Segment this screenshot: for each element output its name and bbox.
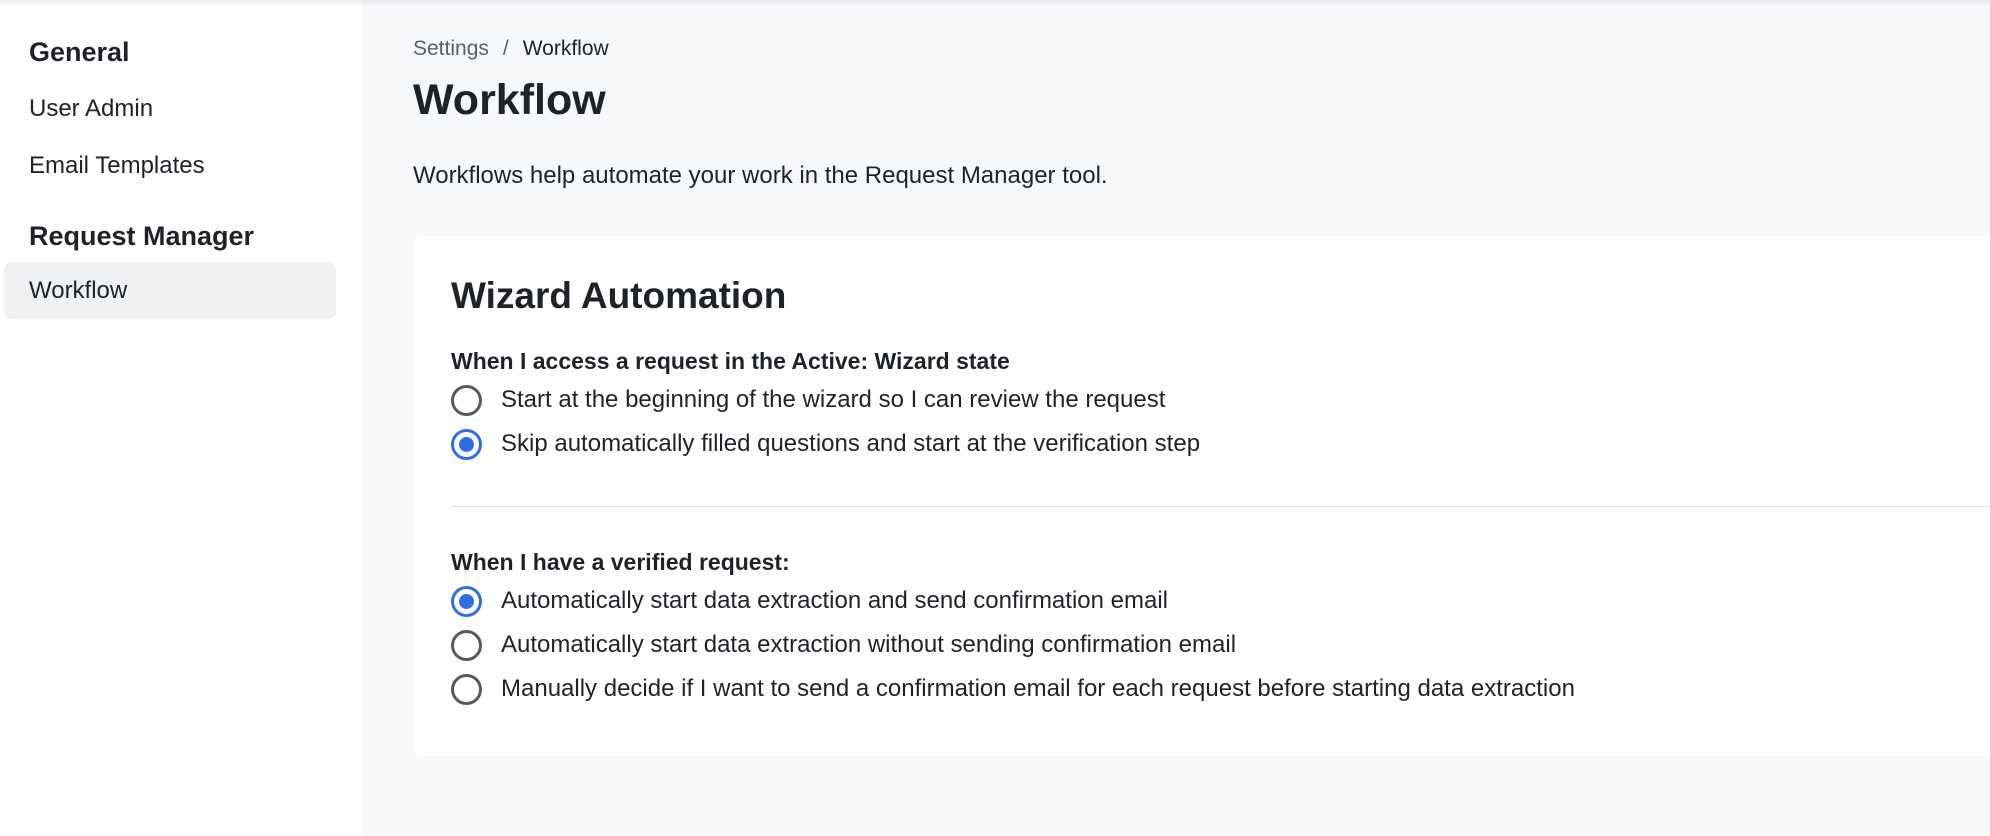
section-divider — [451, 506, 1990, 507]
radio-button[interactable] — [451, 384, 482, 416]
card-title: Wizard Automation — [451, 275, 787, 316]
radio-button-selected[interactable] — [451, 585, 482, 617]
radio-option-skip-filled[interactable]: Skip automatically filled questions and … — [451, 422, 1990, 466]
radio-button-selected[interactable] — [451, 428, 482, 460]
section-label-verified-request: When I have a verified request: — [451, 549, 790, 575]
sidebar-item-user-admin[interactable]: User Admin — [4, 80, 336, 137]
page-title: Workflow — [413, 76, 606, 124]
radio-label[interactable]: Start at the beginning of the wizard so … — [501, 385, 1165, 415]
breadcrumb: Settings / Workflow — [413, 34, 1990, 64]
radio-label[interactable]: Automatically start data extraction and … — [501, 586, 1168, 616]
radio-option-auto-without-email[interactable]: Automatically start data extraction with… — [451, 623, 1990, 667]
app-window: General User Admin Email Templates Reque… — [0, 0, 1990, 836]
sidebar-group-request-manager: Request Manager — [29, 221, 255, 251]
radio-option-auto-with-email[interactable]: Automatically start data extraction and … — [451, 579, 1990, 623]
radio-group-wizard-state: Start at the beginning of the wizard so … — [451, 378, 1990, 466]
page-description: Workflows help automate your work in the… — [413, 162, 1108, 189]
radio-group-verified-request: Automatically start data extraction and … — [451, 579, 1990, 711]
breadcrumb-separator: / — [502, 37, 509, 60]
radio-label[interactable]: Automatically start data extraction with… — [501, 630, 1236, 660]
sidebar-item-workflow[interactable]: Workflow — [4, 262, 336, 319]
section-label-wizard-state: When I access a request in the Active: W… — [451, 348, 1010, 374]
breadcrumb-current: Workflow — [522, 37, 609, 60]
wizard-automation-card: Wizard Automation When I access a reques… — [413, 236, 1990, 756]
radio-label[interactable]: Skip automatically filled questions and … — [501, 429, 1200, 459]
breadcrumb-settings-link[interactable]: Settings — [413, 34, 489, 64]
radio-option-start-beginning[interactable]: Start at the beginning of the wizard so … — [451, 378, 1990, 422]
radio-label[interactable]: Manually decide if I want to send a conf… — [501, 674, 1575, 704]
main-content: Settings / Workflow Workflow Workflows h… — [362, 0, 1990, 836]
radio-option-manual-decide[interactable]: Manually decide if I want to send a conf… — [451, 667, 1990, 711]
radio-button[interactable] — [451, 629, 482, 661]
radio-button[interactable] — [451, 673, 482, 705]
sidebar-group-general: General — [29, 37, 130, 67]
sidebar: General User Admin Email Templates Reque… — [0, 0, 362, 836]
sidebar-item-email-templates[interactable]: Email Templates — [4, 137, 336, 194]
